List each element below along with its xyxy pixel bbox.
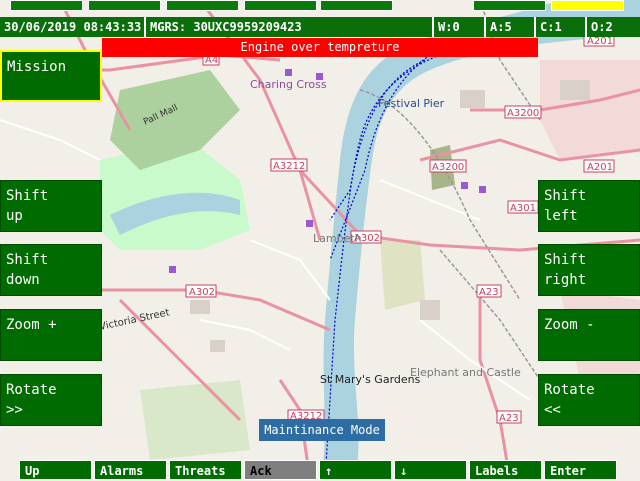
zoom-out-button[interactable]: Zoom - bbox=[538, 309, 640, 361]
enter-button[interactable]: Enter bbox=[544, 460, 617, 480]
button-label-line1: Rotate bbox=[544, 382, 595, 398]
land-area bbox=[540, 60, 640, 160]
button-label-line2: up bbox=[6, 208, 23, 224]
top-softkey-6[interactable] bbox=[473, 0, 546, 11]
counter-a: A:5 bbox=[486, 17, 536, 37]
road-label-a201: A201 bbox=[587, 162, 613, 173]
place-label-charing-cross: Charing Cross bbox=[250, 78, 327, 91]
up-button[interactable]: Up bbox=[19, 460, 92, 480]
button-label-line1: Shift bbox=[544, 252, 587, 268]
place-label-festival-pier: Festival Pier bbox=[378, 97, 445, 110]
place-label-st-marys-gardens: St Mary's Gardens bbox=[320, 373, 421, 386]
zoom-in-button[interactable]: Zoom + bbox=[0, 309, 102, 361]
arrow-down-button[interactable]: ↓ bbox=[394, 460, 467, 480]
rotate-right-button[interactable]: Rotate >> bbox=[0, 374, 102, 426]
arrow-up-button[interactable]: ↑ bbox=[319, 460, 392, 480]
top-softkey-7[interactable] bbox=[551, 0, 624, 11]
place-label-elephant-and-castle: Elephant and Castle bbox=[410, 366, 521, 379]
road-label-a302: A302 bbox=[189, 287, 215, 298]
button-label-line2: << bbox=[544, 402, 561, 418]
counter-c: C:1 bbox=[536, 17, 587, 37]
road-label-a23: A23 bbox=[499, 413, 519, 424]
counter-w: W:0 bbox=[434, 17, 486, 37]
road-label-a23: A23 bbox=[479, 287, 499, 298]
shift-left-button[interactable]: Shift left bbox=[538, 180, 640, 232]
button-label-line1: Shift bbox=[6, 252, 49, 268]
road-label-a201: A201 bbox=[587, 36, 613, 47]
shift-right-button[interactable]: Shift right bbox=[538, 244, 640, 296]
button-label-line1: Shift bbox=[544, 188, 587, 204]
mission-label: Mission bbox=[7, 59, 67, 75]
top-softkey-5[interactable] bbox=[320, 0, 393, 11]
threats-button[interactable]: Threats bbox=[169, 460, 242, 480]
button-label-line2: down bbox=[6, 272, 40, 288]
rotate-left-button[interactable]: Rotate << bbox=[538, 374, 640, 426]
top-softkey-2[interactable] bbox=[88, 0, 161, 11]
button-label-line2: >> bbox=[6, 402, 23, 418]
alarms-button[interactable]: Alarms bbox=[94, 460, 167, 480]
park-area bbox=[140, 380, 250, 460]
shift-up-button[interactable]: Shift up bbox=[0, 180, 102, 232]
road-label-a3200: A3200 bbox=[507, 108, 539, 119]
counter-o: O:2 bbox=[591, 20, 613, 34]
button-label-line2: right bbox=[544, 272, 587, 288]
button-label: Zoom - bbox=[544, 317, 595, 333]
button-label-line1: Rotate bbox=[6, 382, 57, 398]
top-softkey-3[interactable] bbox=[166, 0, 239, 11]
ack-button[interactable]: Ack bbox=[244, 460, 317, 480]
mode-indicator: Maintinance Mode bbox=[259, 419, 385, 441]
button-label: Zoom + bbox=[6, 317, 57, 333]
button-label-line1: Shift bbox=[6, 188, 49, 204]
road-label-a3212: A3212 bbox=[273, 161, 305, 172]
top-softkey-4[interactable] bbox=[244, 0, 317, 11]
mgrs-coordinate: MGRS: 30UXC9959209423 bbox=[146, 17, 434, 37]
place-label-lambeth: Lambeth bbox=[313, 232, 362, 245]
road-label-a3200: A3200 bbox=[432, 162, 464, 173]
mission-button[interactable]: Mission bbox=[0, 50, 102, 102]
top-softkey-1[interactable] bbox=[10, 0, 83, 11]
datetime: 30/06/2019 08:43:33 bbox=[0, 17, 146, 37]
land-area bbox=[380, 240, 425, 310]
road-label-a301: A301 bbox=[510, 203, 536, 214]
button-label-line2: left bbox=[544, 208, 578, 224]
alert-banner: Engine over tempreture bbox=[102, 38, 538, 57]
shift-down-button[interactable]: Shift down bbox=[0, 244, 102, 296]
labels-button[interactable]: Labels bbox=[469, 460, 542, 480]
